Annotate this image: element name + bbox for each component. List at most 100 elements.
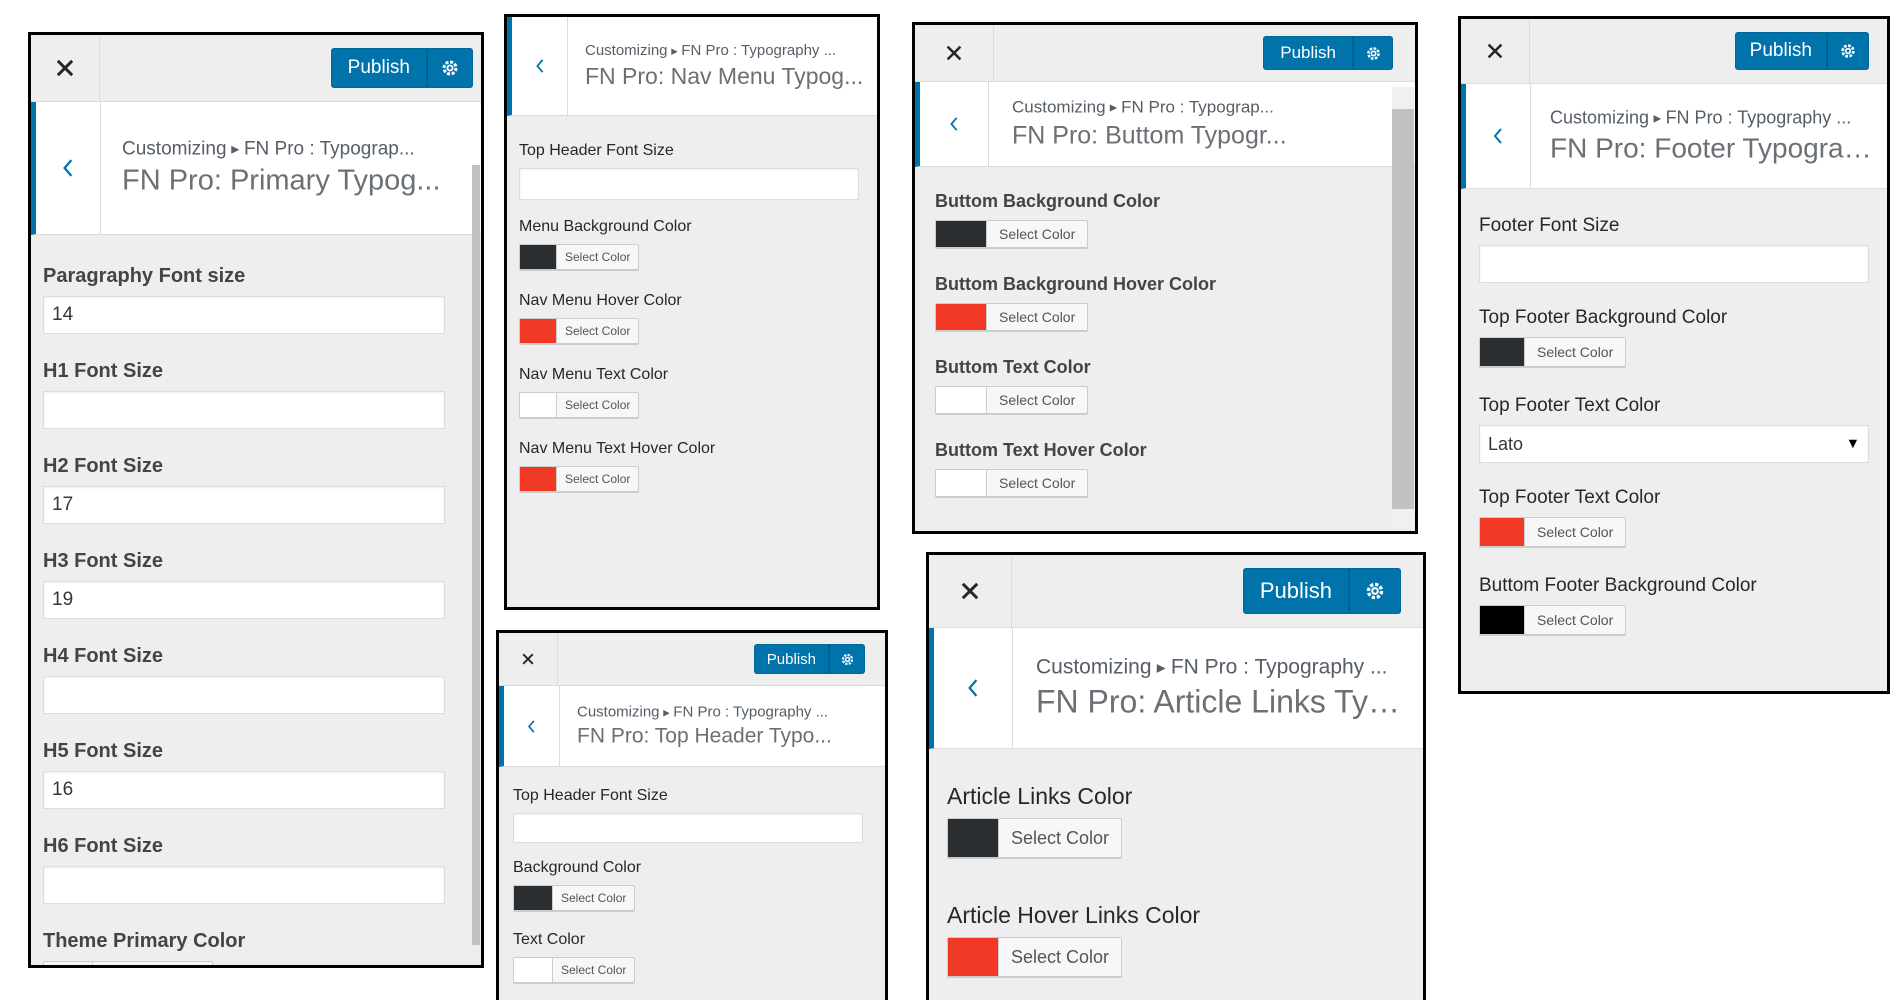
menu-background-color-button[interactable]: Select Color: [519, 244, 640, 270]
control-label: Top Footer Text Color: [1479, 395, 1661, 416]
publish-settings-button[interactable]: [829, 644, 865, 674]
customizer-panel-article-links-typography: Publish Customizing ▶ FN Pro : Typography …: [926, 552, 1426, 1000]
control-label: Top Footer Background Color: [1479, 307, 1728, 328]
breadcrumb: Customizing ▶ FN Pro : Typography ...: [585, 42, 837, 59]
scrollbar[interactable]: [1392, 87, 1414, 527]
close-customizer-button[interactable]: [929, 555, 1012, 627]
h5-font-size-input[interactable]: 16: [43, 771, 445, 809]
color-swatch: [936, 221, 987, 247]
publish-button[interactable]: Publish: [753, 644, 829, 674]
top-footer-font-select[interactable]: Lato ▼: [1479, 425, 1869, 463]
back-button[interactable]: [36, 102, 101, 234]
publish-button[interactable]: Publish: [330, 48, 427, 88]
button-background-color-button[interactable]: Select Color: [935, 220, 1089, 248]
select-color-label: Select Color: [1537, 344, 1614, 360]
text-color-button[interactable]: Select Color: [513, 957, 636, 983]
chevron-left-icon: [63, 159, 73, 177]
control-label: Buttom Text Color: [935, 357, 1091, 377]
publish-settings-button[interactable]: [1349, 568, 1401, 614]
panel-controls: Paragraphy Font size 14 H1 Font Size H2 F…: [31, 235, 481, 965]
close-customizer-button[interactable]: [1461, 19, 1530, 83]
select-color-label: Select Color: [1011, 827, 1110, 848]
button-text-hover-color-button[interactable]: Select Color: [935, 469, 1089, 497]
publish-group: Publish: [330, 48, 473, 88]
customizer-panel-nav-menu-typography: Customizing ▶ FN Pro : Typography ... FN P…: [504, 14, 880, 610]
chevron-left-icon: [1493, 128, 1502, 144]
top-footer-text-color-button[interactable]: Select Color: [1479, 517, 1627, 547]
close-icon: [56, 59, 74, 77]
paragraph-font-size-input[interactable]: 14: [43, 296, 445, 334]
publish-button[interactable]: Publish: [1242, 568, 1349, 614]
control-label: Menu Background Color: [519, 218, 692, 235]
article-links-color-button[interactable]: Select Color: [947, 818, 1123, 858]
publish-button[interactable]: Publish: [1734, 32, 1827, 70]
breadcrumb: Customizing ▶ FN Pro : Typography ...: [1550, 107, 1852, 128]
scrollbar-thumb[interactable]: [1392, 109, 1414, 509]
control-label: Theme Primary Color: [43, 930, 246, 952]
color-swatch: [948, 819, 999, 857]
panel-controls: Buttom Background Color Select Color But…: [915, 167, 1415, 501]
top-footer-background-color-button[interactable]: Select Color: [1479, 337, 1627, 367]
section-title: FN Pro: Top Header Typo...: [577, 724, 832, 748]
close-customizer-button[interactable]: [499, 633, 558, 685]
select-color-label: Select Color: [565, 472, 631, 486]
dropdown-arrow-icon: ▼: [1845, 436, 1860, 452]
back-button[interactable]: [934, 628, 1013, 748]
top-header-font-size-input[interactable]: [513, 813, 863, 843]
publish-settings-button[interactable]: [1353, 36, 1393, 70]
h3-font-size-input[interactable]: 19: [43, 581, 445, 619]
gear-icon: [442, 60, 458, 76]
publish-group: Publish: [753, 644, 865, 674]
back-button[interactable]: [504, 686, 560, 766]
nav-menu-text-color-button[interactable]: Select Color: [519, 392, 640, 418]
scrollbar[interactable]: [472, 165, 480, 945]
h4-font-size-input[interactable]: [43, 676, 445, 714]
section-header: Customizing ▶ FN Pro : Typograp... FN Pro:…: [915, 82, 1415, 167]
close-customizer-button[interactable]: [31, 35, 100, 101]
control-label: H3 Font Size: [43, 550, 164, 572]
publish-settings-button[interactable]: [427, 48, 473, 88]
color-swatch: [948, 938, 999, 976]
publish-settings-button[interactable]: [1827, 32, 1869, 70]
nav-menu-text-hover-color-button[interactable]: Select Color: [519, 466, 640, 492]
article-hover-links-color-button[interactable]: Select Color: [947, 937, 1123, 977]
control-label: H2 Font Size: [43, 455, 164, 477]
customizer-panel-primary-typography: Publish Customizing ▶ FN Pro : Typograp...…: [28, 32, 484, 968]
color-swatch: [936, 304, 987, 330]
h1-font-size-input[interactable]: [43, 391, 445, 429]
color-swatch: [520, 319, 557, 343]
bottom-footer-background-color-button[interactable]: Select Color: [1479, 605, 1627, 635]
select-color-label: Select Color: [1011, 946, 1110, 967]
nav-menu-hover-color-button[interactable]: Select Color: [519, 318, 640, 344]
footer-font-size-input[interactable]: [1479, 245, 1869, 283]
customizer-panel-footer-typography: Publish Customizing ▶ FN Pro : Typography …: [1458, 16, 1890, 694]
color-swatch: [1480, 518, 1525, 546]
back-button[interactable]: [512, 17, 568, 115]
publish-button[interactable]: Publish: [1263, 36, 1353, 70]
back-button[interactable]: [920, 82, 989, 166]
theme-primary-color-button[interactable]: Select Color: [43, 961, 214, 965]
background-color-button[interactable]: Select Color: [513, 885, 636, 911]
publish-group: Publish: [1263, 36, 1393, 70]
chevron-left-icon: [968, 679, 978, 697]
back-button[interactable]: [1466, 84, 1531, 188]
panel-header: Publish: [915, 25, 1415, 82]
top-header-font-size-input[interactable]: [519, 168, 859, 200]
h2-font-size-input[interactable]: 17: [43, 486, 445, 524]
control-label: Top Header Font Size: [519, 142, 674, 159]
control-label: Nav Menu Hover Color: [519, 292, 682, 309]
gear-icon: [1366, 582, 1384, 600]
select-color-label: Select Color: [999, 309, 1076, 325]
button-background-hover-color-button[interactable]: Select Color: [935, 303, 1089, 331]
color-swatch: [514, 886, 553, 910]
section-header: Customizing ▶ FN Pro : Typography ... FN P…: [929, 628, 1423, 749]
control-label: Top Header Font Size: [513, 787, 668, 804]
select-color-label: Select Color: [999, 226, 1076, 242]
close-customizer-button[interactable]: [915, 25, 994, 81]
button-text-color-button[interactable]: Select Color: [935, 386, 1089, 414]
chevron-left-icon: [950, 117, 958, 131]
section-title: FN Pro: Nav Menu Typog...: [585, 63, 864, 89]
color-swatch: [1480, 338, 1525, 366]
h6-font-size-input[interactable]: [43, 866, 445, 904]
control-label: Buttom Background Hover Color: [935, 274, 1217, 294]
